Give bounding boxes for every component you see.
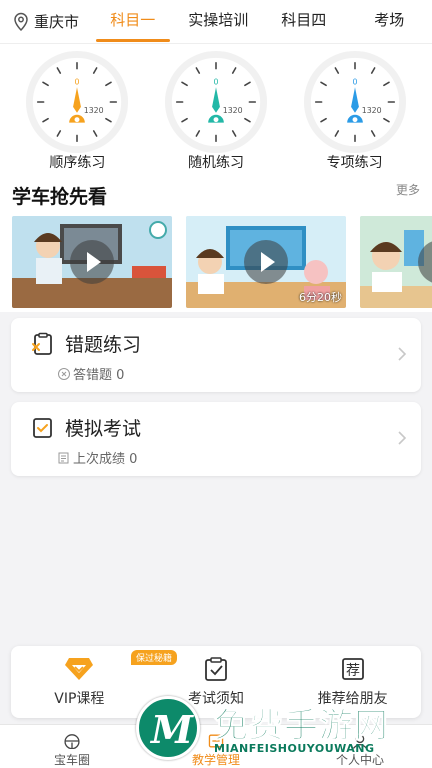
dial-count-label: 1320 [361,106,381,115]
wrong-count: 答错题 0 [73,368,125,383]
play-icon [70,240,114,284]
card-title: 模拟考试 [65,418,142,440]
city-label: 重庆市 [34,13,80,31]
watermark-subtext: MIANFEISHOUYOUWANG [214,742,375,755]
tab-practical-training[interactable]: 实操培训 [176,0,262,44]
wrong-question-icon [32,332,52,355]
vip-diamond-icon [65,658,94,680]
panel-label: VIP课程 [54,691,105,707]
chevron-right-icon [398,431,407,445]
dial-count-label: 1320 [84,106,104,115]
video-thumbnail[interactable] [12,216,172,308]
recommend-icon: 荐 [341,658,364,680]
score-sheet-icon [58,452,69,463]
x-circle-icon [58,367,70,380]
practice-random[interactable]: 0 1320 随机练习 [156,44,276,172]
card-subtitle: 上次成绩 0 [57,448,137,467]
practice-label: 专项练习 [326,155,383,171]
card-subtitle: 答错题 0 [57,364,124,383]
dial-gauge-icon: 0 1320 [303,50,406,154]
watermark-text: 免费手游网 [214,706,389,747]
last-score: 上次成绩 0 [73,452,138,467]
tab-car-circle[interactable]: 宝车圈 [0,725,144,768]
video-carousel[interactable]: 6分20秒 [12,216,432,308]
location-pin-icon [14,12,28,31]
dial-gauge-icon: 0 1320 [164,50,268,154]
video-thumbnail[interactable] [360,216,432,308]
exam-checkbox-icon [33,418,52,438]
dial-gauge-icon: 0 1320 [26,50,129,154]
video-thumbnail[interactable]: 6分20秒 [186,216,346,308]
card-title: 错题练习 [65,334,142,356]
steering-wheel-icon [64,734,80,749]
video-duration: 6分20秒 [299,291,342,304]
section-title: 学车抢先看 [12,186,108,208]
top-nav: 重庆市 科目一 实操培训 科目四 考场 [0,0,432,44]
clipboard-check-icon [205,657,227,681]
practice-modes: 0 1320 顺序练习 0 1320 随机练习 0 1320 专项练习 [0,44,432,172]
dial-zero-label: 0 [213,77,218,86]
city-selector[interactable]: 重庆市 [0,11,90,32]
dial-count-label: 1320 [223,106,243,115]
practice-label: 随机练习 [187,155,244,171]
practice-sequential[interactable]: 0 1320 顺序练习 [17,44,137,172]
tab-label: 宝车圈 [53,753,90,767]
site-watermark: M 免费手游网 MIANFEISHOUYOUWANG [136,696,432,768]
mock-exam-card[interactable]: 模拟考试 上次成绩 0 [11,402,421,476]
video-section: 学车抢先看 更多 6分20秒 [0,172,432,312]
tab-subject-four[interactable]: 科目四 [261,0,347,44]
practice-label: 顺序练习 [49,155,106,171]
wrong-question-card[interactable]: 错题练习 答错题 0 [11,318,421,392]
dial-zero-label: 0 [352,77,357,86]
practice-special[interactable]: 0 1320 专项练习 [295,44,415,172]
more-link[interactable]: 更多 [396,181,420,198]
play-icon [244,240,288,284]
watermark-logo-letter: M [151,707,194,752]
watermark-logo: M [136,696,200,760]
chevron-right-icon [398,347,407,361]
recommend-glyph: 荐 [346,663,360,679]
dial-zero-label: 0 [75,77,80,86]
tab-subject-one[interactable]: 科目一 [90,0,176,44]
tab-exam-site[interactable]: 考场 [347,0,432,44]
vip-course-button[interactable]: VIP课程 [11,646,148,718]
